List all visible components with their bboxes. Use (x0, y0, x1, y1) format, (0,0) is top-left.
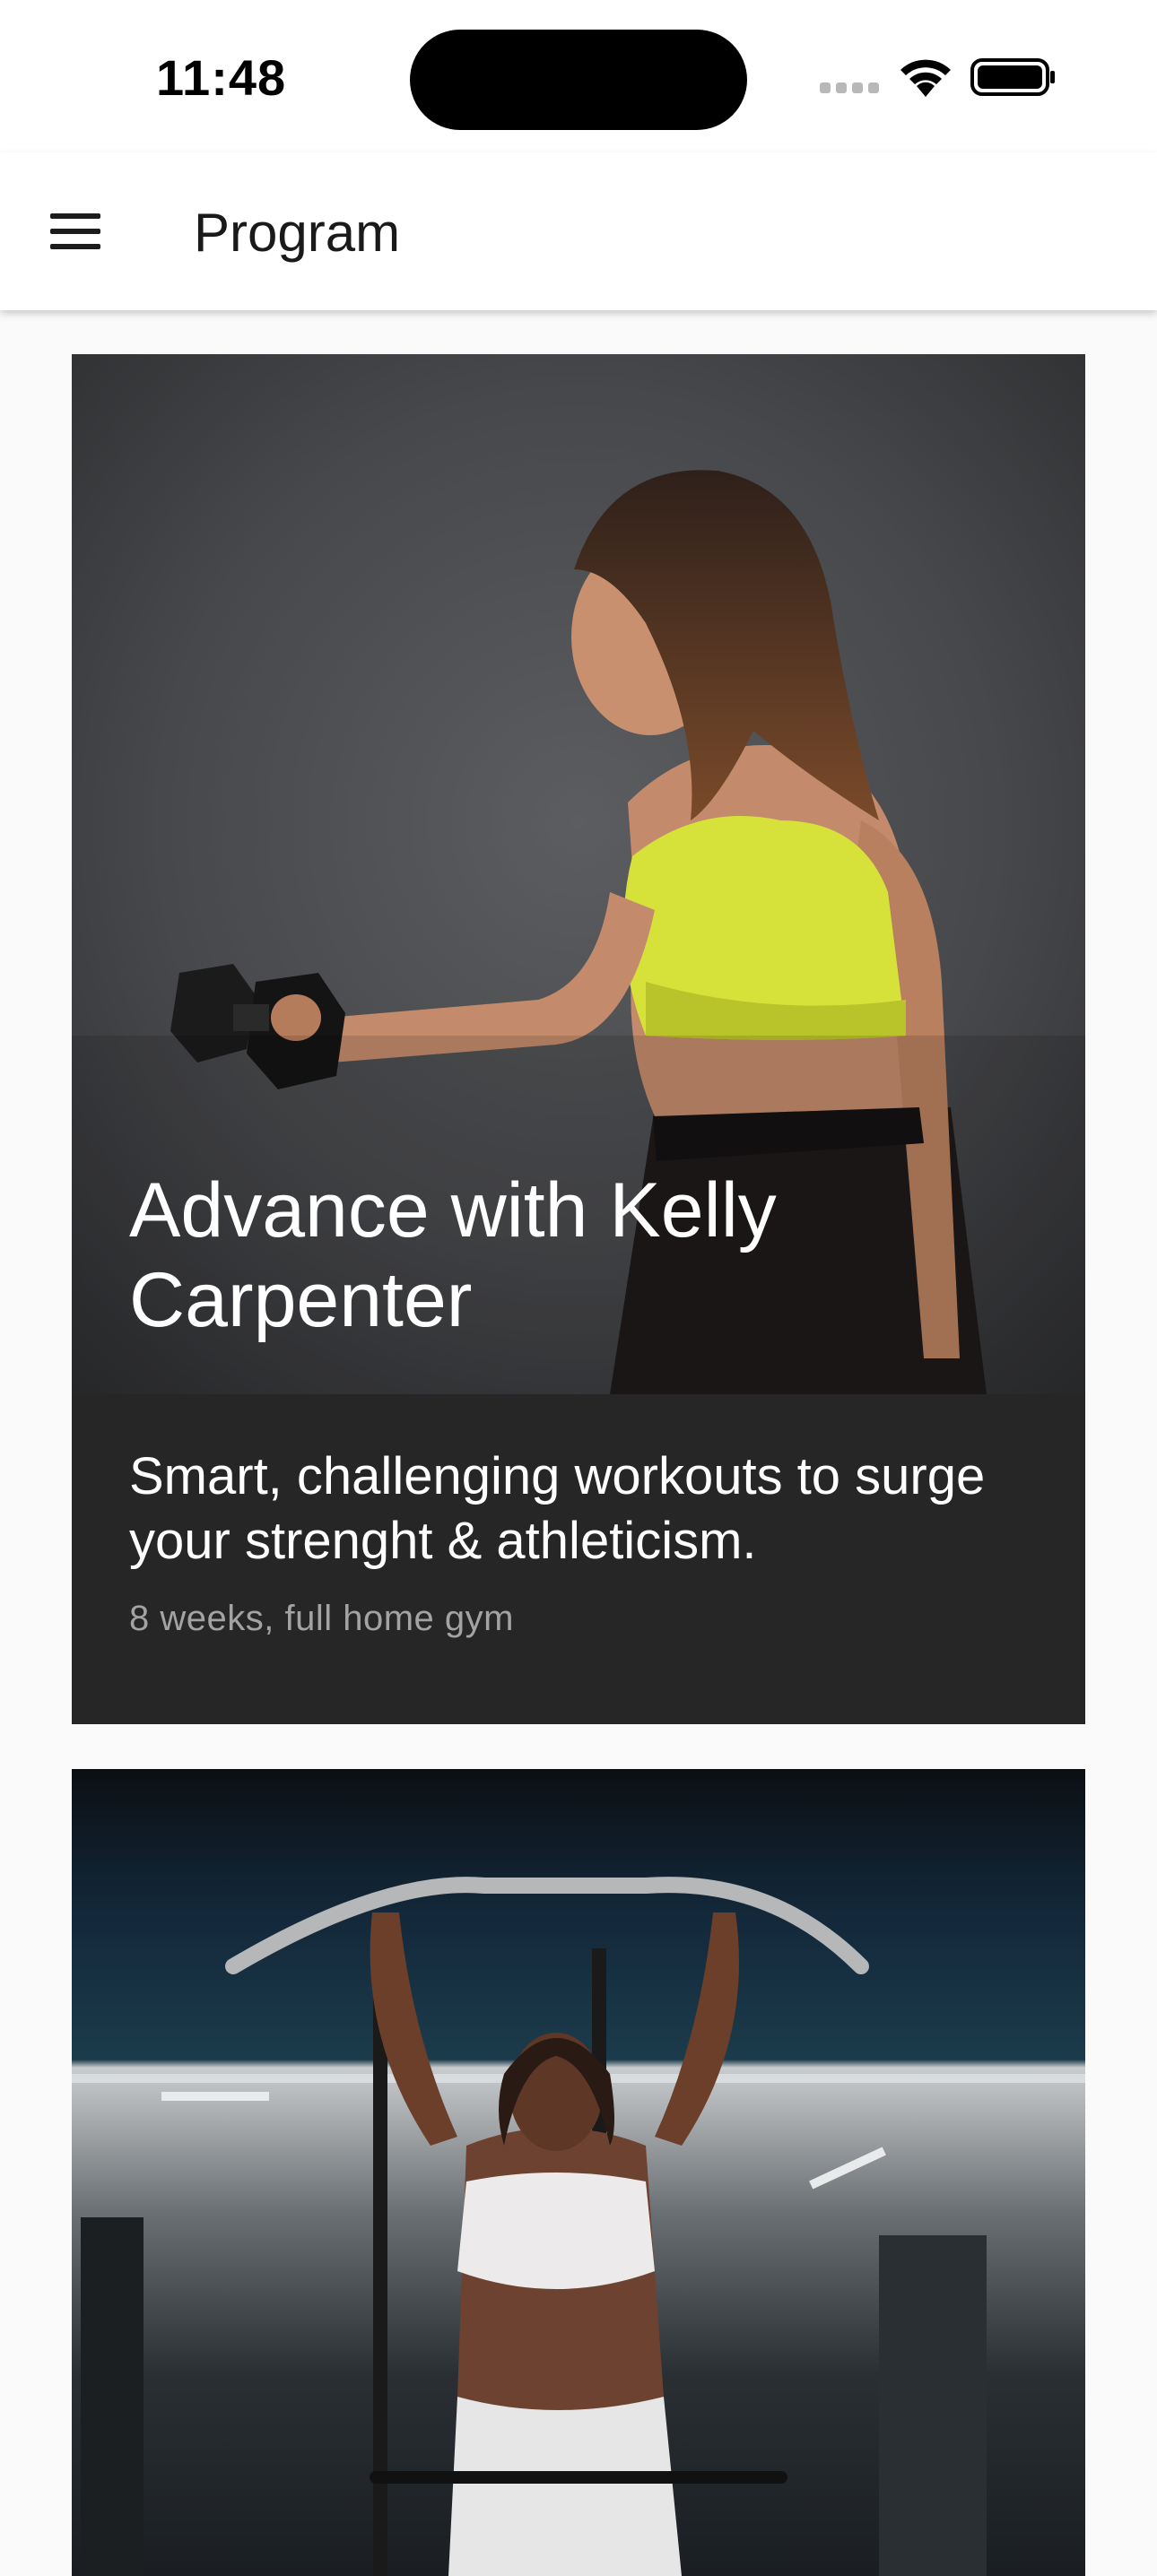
program-info-panel: Smart, challenging workouts to surge you… (72, 1394, 1085, 1724)
page-title: Program (194, 203, 401, 263)
program-card[interactable] (72, 1769, 1085, 2576)
cellular-signal-icon (820, 82, 883, 95)
home-indicator[interactable] (370, 2471, 787, 2484)
program-card[interactable]: Advance with Kelly Carpenter Smart, chal… (72, 354, 1085, 1724)
program-description: Smart, challenging workouts to surge you… (129, 1447, 986, 1570)
wifi-icon (900, 59, 951, 97)
hamburger-menu-icon[interactable] (36, 194, 117, 269)
program-meta: 8 weeks, full home gym (129, 1599, 514, 1638)
status-bar: 11:48 (0, 0, 1157, 152)
battery-icon (970, 58, 1055, 96)
status-time: 11:48 (156, 49, 287, 106)
dynamic-island (410, 30, 747, 130)
program-title: Advance with Kelly Carpenter (129, 1167, 777, 1343)
program-cover-image (72, 1769, 1085, 2576)
app-bar: Program (0, 152, 1157, 310)
